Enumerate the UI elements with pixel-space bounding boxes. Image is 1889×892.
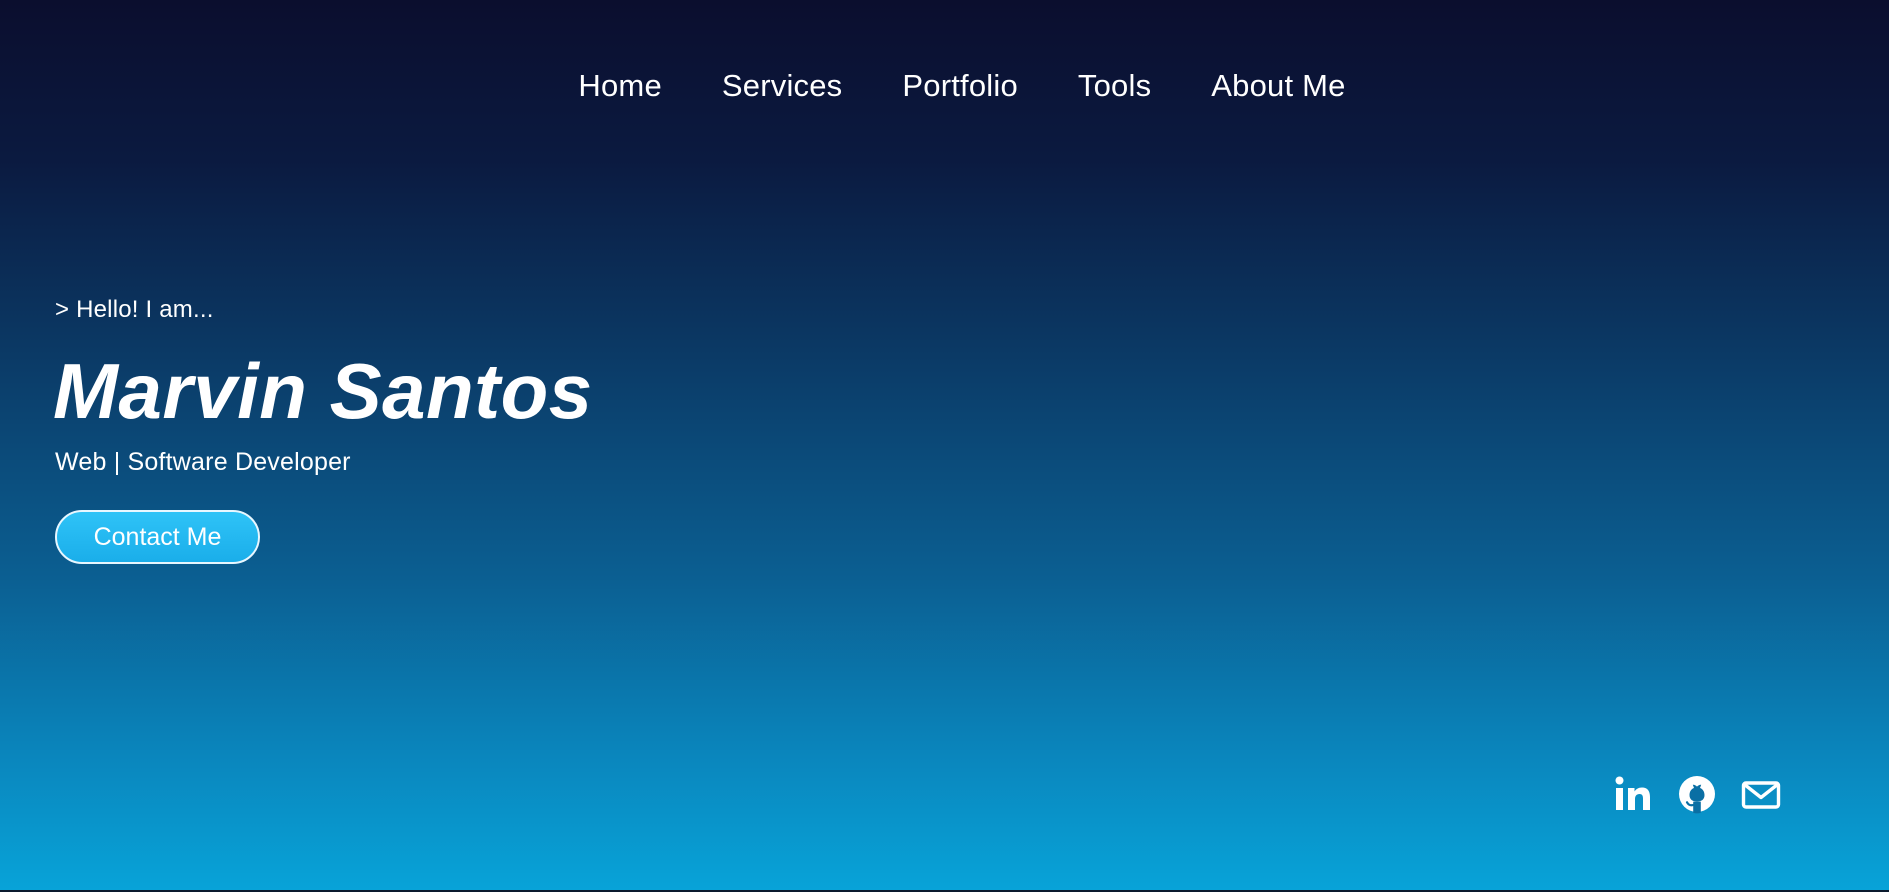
hero-role: Web | Software Developer [55,448,351,476]
nav-about-me[interactable]: About Me [1211,60,1345,112]
nav-tools[interactable]: Tools [1078,60,1151,112]
mail-icon [1741,781,1781,809]
hero-intro: > Hello! I am... [55,296,214,323]
github-link[interactable] [1676,772,1718,816]
hero-section: Home Services Portfolio Tools About Me >… [0,0,1889,890]
top-navigation: Home Services Portfolio Tools About Me [0,60,1889,112]
hero-name: Marvin Santos [53,347,593,435]
nav-services[interactable]: Services [722,60,842,112]
contact-me-button[interactable]: Contact Me [55,510,260,564]
github-icon [1679,776,1715,814]
nav-portfolio[interactable]: Portfolio [902,60,1018,112]
linkedin-icon [1615,776,1650,810]
social-links [1612,772,1782,816]
linkedin-link[interactable] [1612,772,1654,816]
nav-home[interactable]: Home [578,60,662,112]
email-link[interactable] [1740,772,1782,816]
